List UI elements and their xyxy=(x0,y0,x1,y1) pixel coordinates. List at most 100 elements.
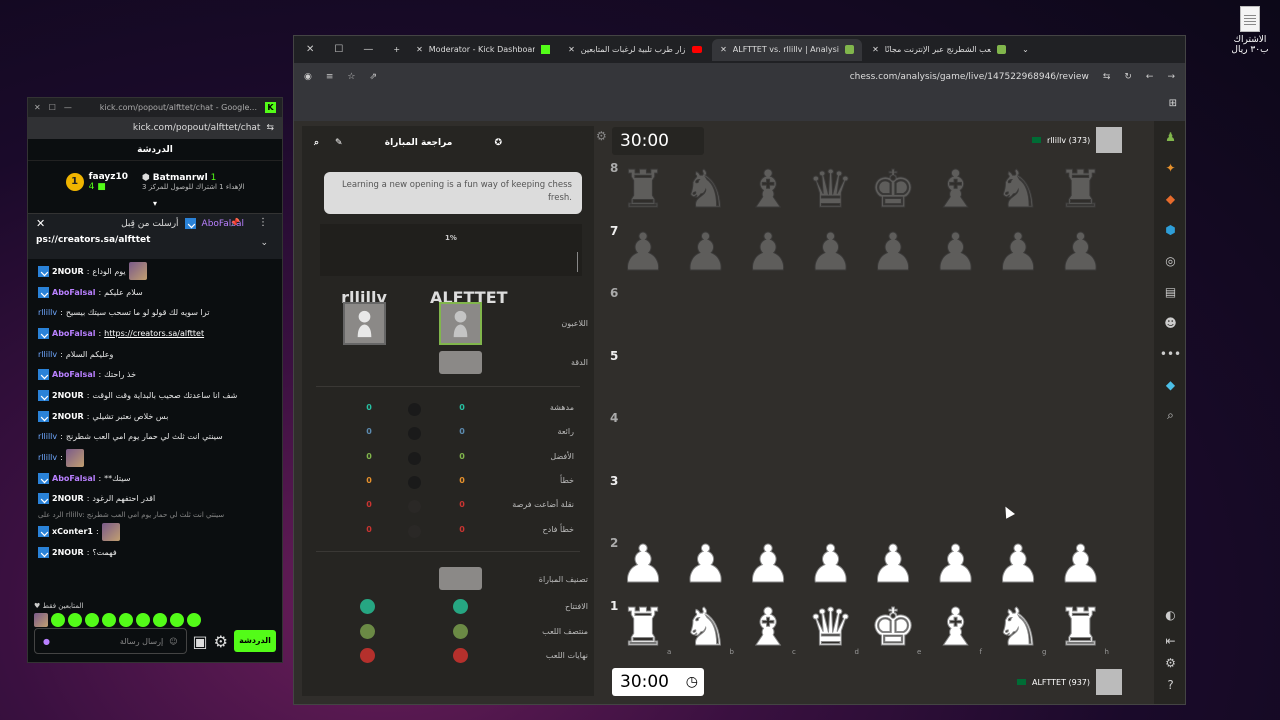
back-icon[interactable]: ← xyxy=(1146,72,1154,82)
emote-icon[interactable] xyxy=(68,613,82,627)
top-player-plate[interactable]: rllillv (373) xyxy=(1032,127,1123,153)
black-piece-icon[interactable]: ♞ xyxy=(679,163,733,218)
emote-icon[interactable] xyxy=(136,613,150,627)
close-tab-icon[interactable]: ✕ xyxy=(720,45,727,54)
black-piece-icon[interactable]: ♝ xyxy=(741,163,795,218)
black-piece-icon[interactable]: ♞ xyxy=(991,163,1045,218)
binoculars-icon[interactable]: ◎ xyxy=(1154,245,1185,276)
close-tab-icon[interactable]: ✕ xyxy=(568,45,575,54)
chat-message[interactable]: rllillv: سينتي انت ثلث لي حمار يوم امي ال… xyxy=(38,427,274,448)
white-piece-icon[interactable]: ♞ xyxy=(679,600,733,655)
white-piece-icon[interactable]: ♟ xyxy=(804,538,858,593)
chat-username[interactable]: rllillv xyxy=(38,432,57,441)
gear-icon[interactable]: ⚙ xyxy=(214,632,228,651)
news-icon[interactable]: ▤ xyxy=(1154,276,1185,307)
chat-username[interactable]: 2NOUR xyxy=(52,391,84,400)
white-piece-icon[interactable]: ♝ xyxy=(741,600,795,655)
minimize-icon[interactable]: — xyxy=(64,103,72,112)
close-icon[interactable]: ✕ xyxy=(34,103,41,112)
emote-icon[interactable] xyxy=(153,613,167,627)
settings-tune-icon[interactable]: ⇆ xyxy=(266,123,274,133)
social-icon[interactable]: ☻ xyxy=(1154,307,1185,338)
chevron-down-icon[interactable]: ▾ xyxy=(28,199,282,209)
close-icon[interactable]: ✕ xyxy=(36,217,45,230)
emote-icon[interactable] xyxy=(187,613,201,627)
wand-icon[interactable]: ✎ xyxy=(335,138,343,148)
send-chat-button[interactable]: الدردشة xyxy=(234,630,276,652)
white-piece-icon[interactable]: ♞ xyxy=(991,600,1045,655)
more-options-icon[interactable]: ⋮ xyxy=(258,217,268,228)
chat-text[interactable]: https://creators.sa/alfttet xyxy=(104,329,204,338)
browser-tab[interactable]: ✕ زار طرب تلبية لرغبات المتابعين xyxy=(560,39,710,61)
chat-username[interactable]: rllillv xyxy=(38,308,57,317)
gear-icon[interactable]: ⚙ xyxy=(1154,652,1185,674)
chat-message[interactable]: AboFalsal: خذ راحتك xyxy=(38,364,274,385)
white-piece-icon[interactable]: ♟ xyxy=(866,538,920,593)
minimize-icon[interactable]: — xyxy=(363,44,373,55)
pin-icon[interactable]: 📌 xyxy=(230,218,240,227)
chat-username[interactable]: 2NOUR xyxy=(52,412,84,421)
leader-item[interactable]: ⬢ Batmanrwl 1 الإهداء 1 اشتراك للوصول لل… xyxy=(142,165,244,199)
leader-item[interactable]: 1 faayz10 4 ■ xyxy=(65,165,128,199)
chat-message[interactable]: AboFalsal: https://creators.sa/alfttet xyxy=(38,323,274,344)
emoji-icon[interactable]: ☺ xyxy=(169,637,177,646)
chat-username[interactable]: AboFalsal xyxy=(52,329,95,338)
white-piece-icon[interactable]: ♟ xyxy=(991,538,1045,593)
new-tab-icon[interactable]: + xyxy=(385,45,408,54)
chat-username[interactable]: 2NOUR xyxy=(52,267,84,276)
close-tab-icon[interactable]: ✕ xyxy=(872,45,879,54)
white-piece-icon[interactable]: ♟ xyxy=(616,538,670,593)
chat-message[interactable]: 2NOUR: اقدر احتفهم الرغود xyxy=(38,489,274,510)
chat-username[interactable]: rllillv xyxy=(38,350,57,359)
black-piece-icon[interactable]: ♟ xyxy=(679,225,733,280)
chat-message[interactable]: 2NOUR: بس خلاص نعتبر تشيلي xyxy=(38,406,274,427)
more-icon[interactable]: ••• xyxy=(1154,338,1185,369)
emote-icon[interactable] xyxy=(102,613,116,627)
store-icon[interactable]: ▣ xyxy=(193,632,208,651)
search-icon[interactable]: ⌕ xyxy=(1154,400,1185,431)
star-icon[interactable]: ☆ xyxy=(347,72,355,82)
white-piece-icon[interactable]: ♟ xyxy=(741,538,795,593)
pinned-link[interactable]: ps://creators.sa/alfttet xyxy=(36,235,274,245)
pawn-icon[interactable]: ♟ xyxy=(1154,121,1185,152)
puzzle-icon[interactable]: ✦ xyxy=(1154,152,1185,183)
chat-username[interactable]: 2NOUR xyxy=(52,494,84,503)
chevron-down-icon[interactable]: ⌄ xyxy=(260,238,268,248)
chat-message[interactable]: xConter1: xyxy=(38,521,274,542)
mic-icon[interactable]: ● xyxy=(43,637,50,646)
browser-tab[interactable]: ✕ Moderator - Kick Dashboard xyxy=(408,39,558,61)
chat-message[interactable]: rllillv: xyxy=(38,447,274,468)
forward-icon[interactable]: → xyxy=(1167,72,1175,82)
white-piece-icon[interactable]: ♟ xyxy=(679,538,733,593)
emote-icon[interactable] xyxy=(85,613,99,627)
black-piece-icon[interactable]: ♟ xyxy=(866,225,920,280)
black-piece-icon[interactable]: ♟ xyxy=(929,225,983,280)
black-piece-icon[interactable]: ♜ xyxy=(616,163,670,218)
collapse-icon[interactable]: ⇤ xyxy=(1154,630,1185,652)
gear-icon[interactable]: ⚙ xyxy=(596,129,607,143)
close-tab-icon[interactable]: ✕ xyxy=(416,45,423,54)
desktop-file-icon[interactable]: الاشتراك ب٣٠ ريال xyxy=(1228,6,1272,55)
chat-message[interactable]: AboFalsal: **سيتك xyxy=(38,468,274,489)
chat-message[interactable]: AboFalsal: سلام عليكم xyxy=(38,282,274,303)
chat-message[interactable]: rllillv: وعليكم السلام xyxy=(38,344,274,365)
chess-board[interactable]: 8 7 6 5 4 3 2 1 ♜ ♟ ♟ ♜ ♞ ♟ ♟ ♞ ♝ ♟ ♟ ♝ ♛ ♟ ♟ ♛ ♚ ♟ ♟ ♚ ♝ ♟ ♟ ♝ ♞ ♟ ♟ ♞ ♜ ♟ ♟ ♜… xyxy=(610,159,1112,659)
bottom-player-plate[interactable]: ALFTTET (937) xyxy=(1017,669,1123,695)
black-piece-icon[interactable]: ♛ xyxy=(804,163,858,218)
chat-username[interactable]: 2NOUR xyxy=(52,548,84,557)
site-settings-icon[interactable]: ⇆ xyxy=(1103,72,1111,82)
eval-graph[interactable]: 1% xyxy=(320,224,582,276)
white-piece-icon[interactable]: ♟ xyxy=(1054,538,1108,593)
black-piece-icon[interactable]: ♚ xyxy=(866,163,920,218)
emote-icon[interactable] xyxy=(34,613,48,627)
chat-message[interactable]: rllillv: ترا سويه لك قولو لو ما تسحب سيتك… xyxy=(38,302,274,323)
emote-icon[interactable] xyxy=(51,613,65,627)
player-right-avatar[interactable] xyxy=(439,302,482,345)
black-piece-icon[interactable]: ♟ xyxy=(991,225,1045,280)
chat-message[interactable]: 2NOUR: فهمت؟ xyxy=(38,542,274,563)
white-piece-icon[interactable]: ♛ xyxy=(804,600,858,655)
emote-icon[interactable] xyxy=(119,613,133,627)
help-icon[interactable]: ? xyxy=(1154,674,1185,696)
browser-tab[interactable]: ✕ العب الشطرنج عبر الإنترنت مجانًا xyxy=(864,39,1014,61)
maximize-icon[interactable]: ☐ xyxy=(334,44,343,55)
